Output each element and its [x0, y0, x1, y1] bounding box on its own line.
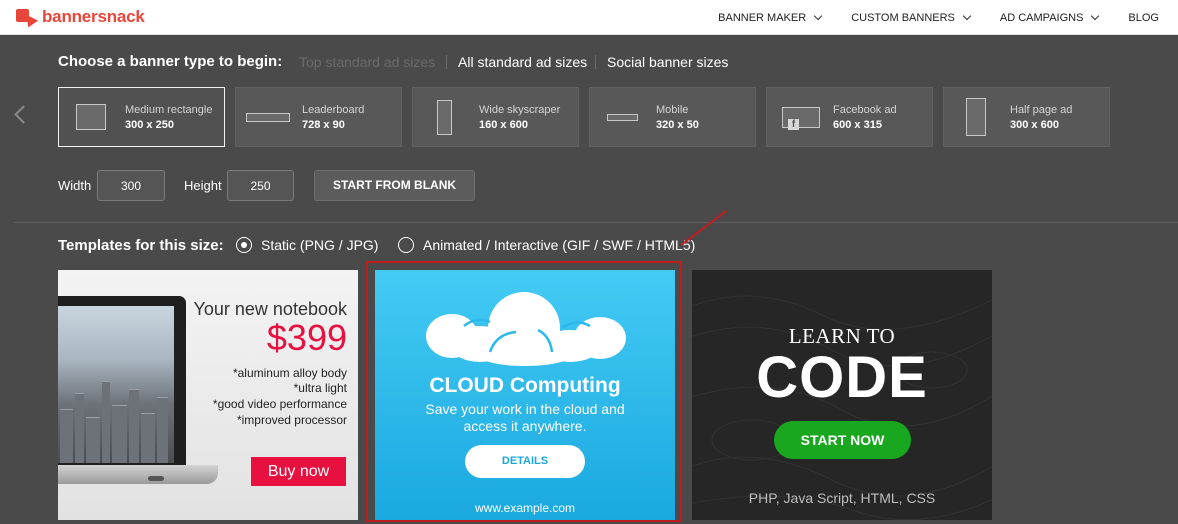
size-name: Medium rectangle: [125, 104, 213, 116]
half-page-icon: [966, 98, 986, 136]
logo-text: bannersnack: [42, 7, 145, 26]
nav-blog[interactable]: BLOG: [1128, 12, 1159, 24]
templates-label: Templates for this size:: [58, 237, 224, 254]
size-dims: 600 x 315: [833, 119, 882, 131]
laptop-screen: [58, 306, 174, 463]
feature-item: *good video performance: [212, 397, 347, 411]
size-dims: 300 x 600: [1010, 119, 1059, 131]
size-card-leaderboard[interactable]: Leaderboard 728 x 90: [235, 87, 402, 147]
template-title: CLOUD Computing: [429, 374, 621, 397]
size-card-facebook-ad[interactable]: f Facebook ad 600 x 315: [766, 87, 933, 147]
radio-static[interactable]: [236, 237, 252, 253]
size-name: Facebook ad: [833, 104, 897, 116]
size-name: Leaderboard: [302, 104, 365, 116]
feature-item: *improved processor: [236, 413, 347, 427]
size-dims: 320 x 50: [656, 119, 699, 131]
buy-now-button: Buy now: [251, 457, 346, 486]
chevron-down-icon: [1091, 11, 1100, 20]
size-name: Wide skyscraper: [479, 104, 561, 116]
laptop-notch: [148, 476, 164, 481]
template-headline: CODE: [756, 345, 928, 410]
size-card-half-page-ad[interactable]: Half page ad 300 x 600: [943, 87, 1110, 147]
cloud-icon: [426, 292, 626, 366]
filter-all-standard[interactable]: All standard ad sizes: [458, 54, 587, 70]
radio-dot: [241, 242, 247, 248]
nav-label: AD CAMPAIGNS: [999, 11, 1084, 24]
filter-social-sizes[interactable]: Social banner sizes: [607, 54, 728, 70]
feature-item: *ultra light: [293, 381, 347, 395]
size-dims: 160 x 600: [479, 119, 528, 131]
divider: [595, 55, 596, 69]
mobile-icon: [607, 114, 638, 121]
template-url: www.example.com: [474, 501, 576, 515]
template-notebook[interactable]: Your new notebook $399 *aluminum alloy b…: [58, 270, 358, 520]
size-card-wide-skyscraper[interactable]: Wide skyscraper 160 x 600: [412, 87, 579, 147]
nav-custom-banners[interactable]: CUSTOM BANNERS: [851, 11, 972, 24]
section-divider: [14, 222, 1178, 223]
rectangle-icon: [76, 104, 106, 130]
filter-top-standard[interactable]: Top standard ad sizes: [299, 54, 435, 70]
template-learn-to-code[interactable]: LEARN TO CODE START NOW PHP, Java Script…: [692, 270, 992, 520]
banner-type-label: Choose a banner type to begin:: [58, 53, 283, 70]
details-button: DETAILS: [465, 445, 585, 478]
size-name: Half page ad: [1010, 104, 1073, 116]
radio-animated[interactable]: [398, 237, 414, 253]
template-price: $399: [266, 317, 347, 358]
facebook-icon: f: [788, 119, 799, 130]
height-label: Height: [184, 178, 222, 193]
height-input[interactable]: [227, 170, 294, 201]
leaderboard-icon: [246, 113, 290, 122]
laptop-base: [58, 465, 218, 484]
template-cloud-computing[interactable]: CLOUD Computing Save your work in the cl…: [375, 270, 675, 520]
nav-label: BANNER MAKER: [718, 11, 807, 24]
logo-icon: [16, 7, 39, 28]
nav-banner-maker[interactable]: BANNER MAKER: [718, 11, 823, 24]
chevron-down-icon: [962, 11, 972, 20]
radio-animated-label[interactable]: Animated / Interactive (GIF / SWF / HTML…: [423, 237, 695, 253]
skyscraper-icon: [437, 100, 452, 135]
divider: [446, 55, 447, 69]
start-from-blank-button[interactable]: START FROM BLANK: [314, 170, 475, 201]
feature-item: *aluminum alloy body: [232, 366, 347, 380]
width-input[interactable]: [97, 170, 165, 201]
nav-label: CUSTOM BANNERS: [851, 11, 955, 24]
nav-label: BLOG: [1128, 11, 1159, 24]
size-dims: 300 x 250: [125, 119, 174, 131]
size-name: Mobile: [656, 104, 689, 116]
template-subtitle: Save your work in the cloud and: [425, 401, 625, 417]
main-nav: BANNER MAKER CUSTOM BANNERS AD CAMPAIGNS…: [688, 0, 1159, 35]
size-card-mobile[interactable]: Mobile 320 x 50: [589, 87, 756, 147]
radio-static-label[interactable]: Static (PNG / JPG): [261, 237, 378, 253]
prev-arrow-icon[interactable]: [14, 105, 33, 124]
pointer-arrow: [680, 209, 728, 246]
start-now-button: START NOW: [774, 421, 911, 459]
top-nav: bannersnack BANNER MAKER CUSTOM BANNERS …: [0, 0, 1178, 35]
size-card-medium-rectangle[interactable]: Medium rectangle 300 x 250: [58, 87, 225, 147]
logo[interactable]: bannersnack: [16, 7, 145, 28]
chevron-down-icon: [813, 11, 823, 20]
laptop-image: [58, 296, 186, 472]
template-subtitle: access it anywhere.: [463, 418, 587, 434]
nav-ad-campaigns[interactable]: AD CAMPAIGNS: [999, 11, 1100, 24]
size-dims: 728 x 90: [302, 119, 345, 131]
template-footer: PHP, Java Script, HTML, CSS: [748, 490, 936, 506]
width-label: Width: [58, 178, 92, 193]
